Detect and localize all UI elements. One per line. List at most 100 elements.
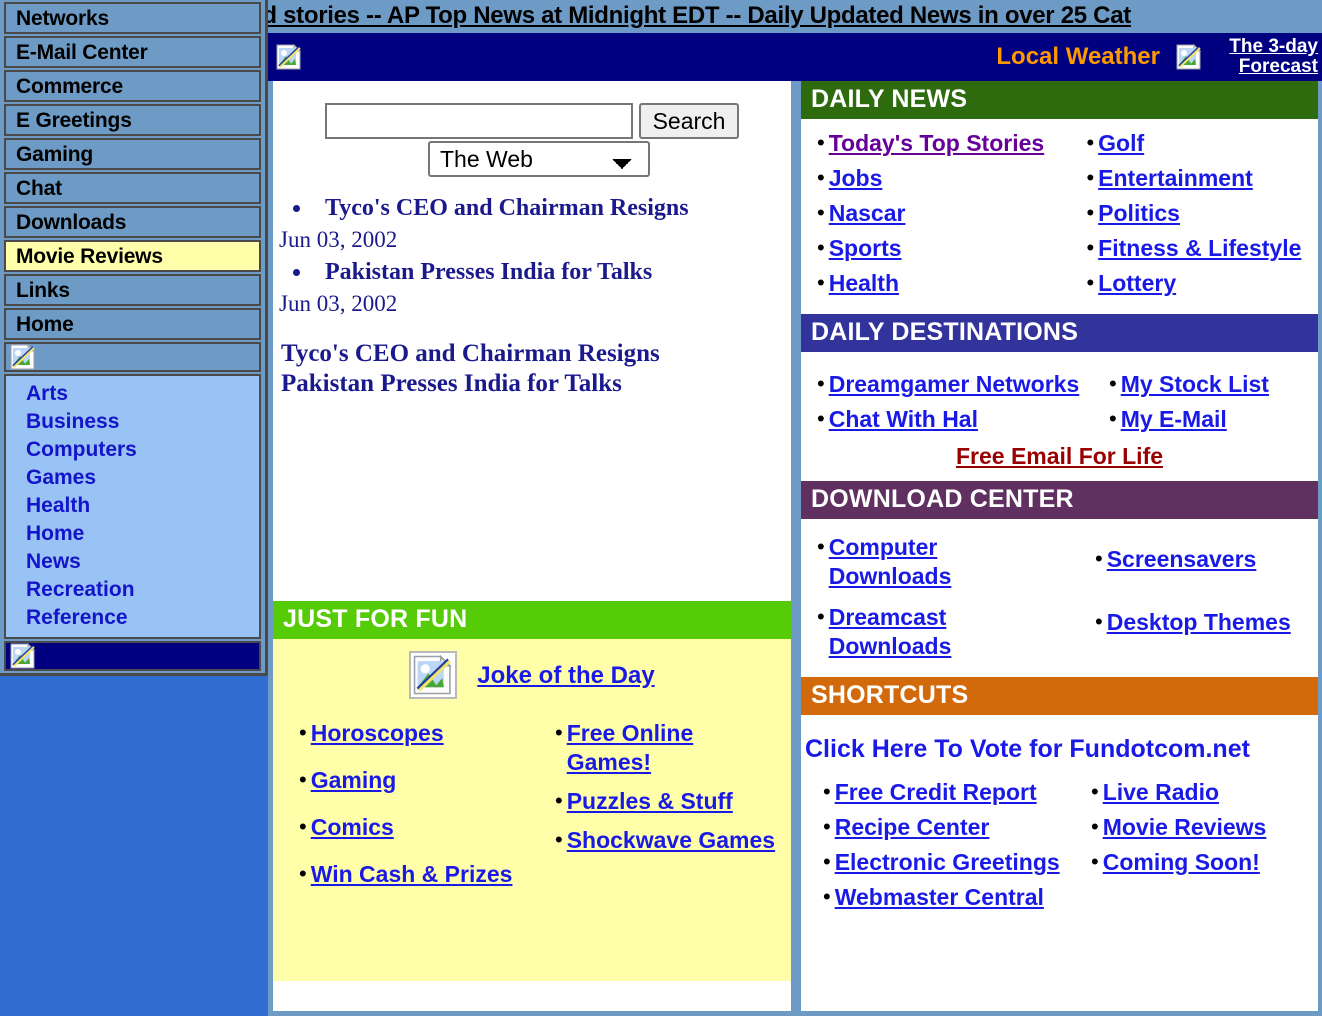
link-recipe-center[interactable]: Recipe Center: [835, 813, 990, 842]
sidebar-item-e-greetings[interactable]: E Greetings: [4, 104, 261, 136]
link-live-radio[interactable]: Live Radio: [1103, 778, 1219, 807]
bullet-icon: •: [1091, 849, 1099, 874]
news-plain-headline[interactable]: Tyco's CEO and Chairman Resigns: [281, 339, 791, 369]
broken-image-icon: [10, 344, 36, 370]
link-movie-reviews[interactable]: Movie Reviews: [1103, 813, 1267, 842]
link-free-email-for-life[interactable]: Free Email For Life: [956, 443, 1163, 469]
search-scope-select[interactable]: The Web: [428, 141, 650, 177]
bullet-icon: •: [823, 779, 831, 804]
vote-link[interactable]: Click Here To Vote for Fundotcom.net: [801, 719, 1318, 778]
link-dreamcast-downloads[interactable]: Dreamcast Downloads: [829, 603, 995, 661]
news-list-item[interactable]: Pakistan Presses India for Talks: [313, 255, 791, 289]
news-date: Jun 03, 2002: [279, 291, 398, 316]
link-politics[interactable]: Politics: [1098, 199, 1180, 228]
sidebar-banner-slot[interactable]: [4, 342, 261, 372]
sidebar-item-gaming[interactable]: Gaming: [4, 138, 261, 170]
sidebar-item-home[interactable]: Home: [4, 308, 261, 340]
just-for-fun-footer: [273, 981, 791, 1011]
search-row: Search: [273, 103, 791, 139]
list-item: • Chat With Hal: [809, 405, 1101, 434]
link-golf[interactable]: Golf: [1098, 129, 1144, 158]
link-free-online-games[interactable]: Free Online Games!: [567, 719, 783, 777]
list-item: • Jobs: [809, 164, 1078, 193]
link-dreamgamer-networks[interactable]: Dreamgamer Networks: [829, 370, 1080, 399]
two-column-body: Search The Web Tyco's CEO and Chairman R…: [268, 81, 1322, 1016]
shortcuts-body: Click Here To Vote for Fundotcom.net • F…: [801, 715, 1318, 928]
link-fitness-and-lifestyle[interactable]: Fitness & Lifestyle: [1098, 234, 1301, 263]
search-button[interactable]: Search: [638, 103, 740, 139]
link-coming-soon[interactable]: Coming Soon!: [1103, 848, 1260, 877]
link-sports[interactable]: Sports: [829, 234, 902, 263]
sidebar-item-commerce[interactable]: Commerce: [4, 70, 261, 102]
link-puzzles-and-stuff[interactable]: Puzzles & Stuff: [567, 787, 733, 816]
link-desktop-themes[interactable]: Desktop Themes: [1107, 608, 1291, 637]
list-item: • Nascar: [809, 199, 1078, 228]
link-health[interactable]: Health: [829, 269, 899, 298]
link-todays-top-stories[interactable]: Today's Top Stories: [829, 129, 1044, 158]
joke-of-the-day-row: Joke of the Day: [273, 651, 791, 699]
sidebar-category-health[interactable]: Health: [6, 492, 259, 520]
broken-image-icon[interactable]: [409, 651, 458, 699]
sidebar-item-email-center[interactable]: E-Mail Center: [4, 36, 261, 68]
download-center-columns: • Computer Downloads • Dreamcast Downloa…: [801, 533, 1318, 667]
shortcuts-left-column: • Free Credit Report • Recipe Center • E…: [801, 778, 1083, 918]
search-area: Search The Web: [273, 81, 791, 177]
list-item: • Live Radio: [1083, 778, 1307, 807]
link-comics[interactable]: Comics: [311, 813, 394, 842]
link-my-stock-list[interactable]: My Stock List: [1121, 370, 1269, 399]
sidebar-category-box: Arts Business Computers Games Health Hom…: [4, 374, 261, 639]
broken-image-icon[interactable]: [1176, 44, 1202, 70]
bullet-icon: •: [1086, 130, 1095, 155]
broken-image-icon: [10, 643, 36, 669]
daily-destinations-columns: • Dreamgamer Networks • Chat With Hal • …: [801, 370, 1318, 440]
link-chat-with-hal[interactable]: Chat With Hal: [829, 405, 978, 434]
sidebar-category-recreation[interactable]: Recreation: [6, 576, 259, 604]
three-day-forecast-link[interactable]: The 3-day Forecast: [1214, 37, 1318, 77]
link-shockwave-games[interactable]: Shockwave Games: [567, 826, 775, 855]
sidebar-item-movie-reviews[interactable]: Movie Reviews: [4, 240, 261, 272]
link-free-credit-report[interactable]: Free Credit Report: [835, 778, 1037, 807]
bullet-icon: •: [823, 849, 831, 874]
news-plain-headline[interactable]: Pakistan Presses India for Talks: [281, 369, 791, 399]
link-screensavers[interactable]: Screensavers: [1107, 545, 1257, 574]
bullet-icon: •: [817, 406, 825, 431]
broken-image-icon[interactable]: [276, 44, 302, 70]
link-horoscopes[interactable]: Horoscopes: [311, 719, 444, 748]
link-nascar[interactable]: Nascar: [829, 199, 906, 228]
news-ticker-text[interactable]: nd stories -- AP Top News at Midnight ED…: [268, 0, 1131, 31]
news-list-item[interactable]: Tyco's CEO and Chairman Resigns: [313, 191, 791, 225]
link-win-cash-and-prizes[interactable]: Win Cash & Prizes: [311, 860, 513, 889]
link-jobs[interactable]: Jobs: [829, 164, 883, 193]
link-gaming[interactable]: Gaming: [311, 766, 397, 795]
bullet-icon: •: [817, 165, 825, 190]
sidebar-item-links[interactable]: Links: [4, 274, 261, 306]
sidebar-navy-banner-slot[interactable]: [4, 641, 261, 671]
sidebar-item-chat[interactable]: Chat: [4, 172, 261, 204]
news-list: Tyco's CEO and Chairman Resigns: [273, 191, 791, 225]
list-item: • Politics: [1078, 199, 1318, 228]
sidebar-category-games[interactable]: Games: [6, 464, 259, 492]
list-item: • Puzzles & Stuff: [547, 787, 783, 816]
bullet-icon: •: [1109, 406, 1117, 431]
sidebar-item-downloads[interactable]: Downloads: [4, 206, 261, 238]
bullet-icon: •: [299, 814, 307, 839]
sidebar-category-reference[interactable]: Reference: [6, 604, 259, 632]
link-my-email[interactable]: My E-Mail: [1121, 405, 1227, 434]
right-column: DAILY NEWS • Today's Top Stories • Jobs …: [796, 81, 1322, 1016]
sidebar-category-arts[interactable]: Arts: [6, 380, 259, 408]
link-webmaster-central[interactable]: Webmaster Central: [835, 883, 1044, 912]
joke-of-the-day-link[interactable]: Joke of the Day: [477, 661, 654, 690]
link-entertainment[interactable]: Entertainment: [1098, 164, 1253, 193]
local-weather-label[interactable]: Local Weather: [996, 43, 1160, 71]
link-computer-downloads[interactable]: Computer Downloads: [829, 533, 995, 591]
sidebar-category-news[interactable]: News: [6, 548, 259, 576]
link-electronic-greetings[interactable]: Electronic Greetings: [835, 848, 1060, 877]
link-lottery[interactable]: Lottery: [1098, 269, 1176, 298]
list-item: • My Stock List: [1101, 370, 1311, 399]
bullet-icon: •: [817, 604, 825, 629]
search-input[interactable]: [324, 103, 633, 139]
sidebar-category-computers[interactable]: Computers: [6, 436, 259, 464]
sidebar-category-home[interactable]: Home: [6, 520, 259, 548]
sidebar-category-business[interactable]: Business: [6, 408, 259, 436]
sidebar-item-networks[interactable]: Networks: [4, 2, 261, 34]
